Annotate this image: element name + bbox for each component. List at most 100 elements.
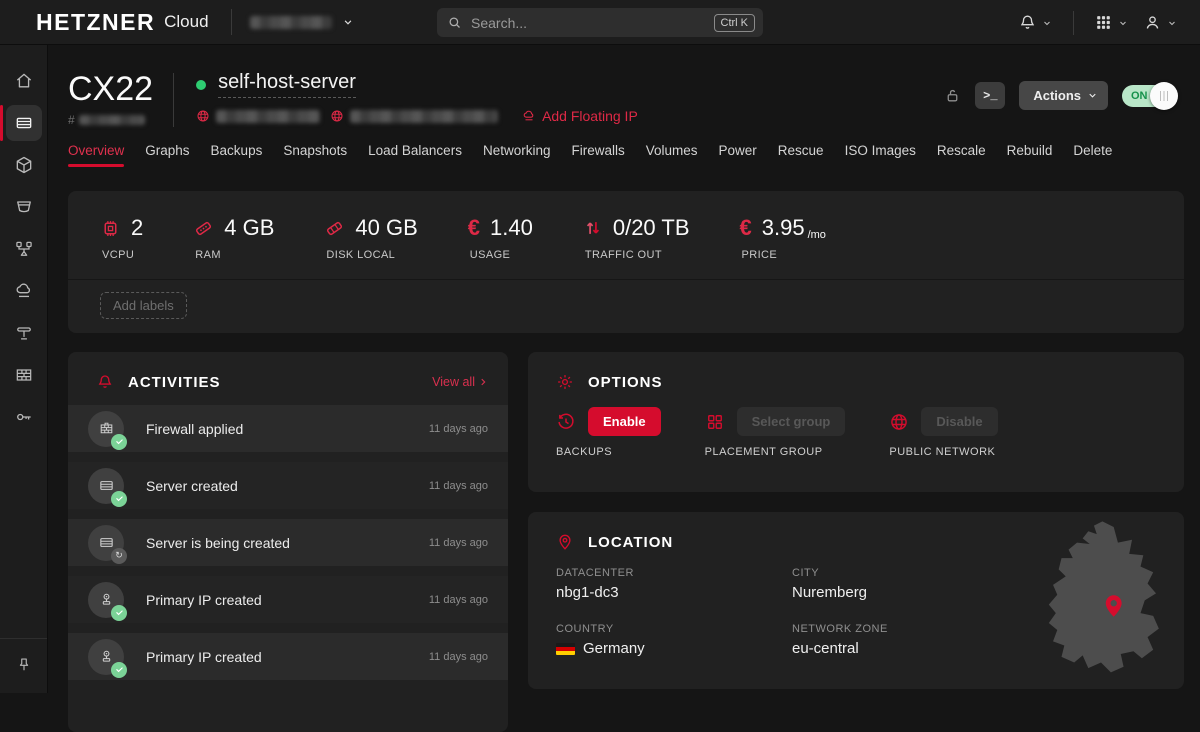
activity-row[interactable]: Server created 11 days ago: [68, 462, 508, 509]
tab-volumes[interactable]: Volumes: [646, 143, 698, 167]
stat-price: € 3.95/mo PRICE: [740, 215, 826, 261]
redacted-ipv4: [216, 110, 320, 123]
tab-snapshots[interactable]: Snapshots: [283, 143, 347, 167]
traffic-icon: [583, 218, 603, 238]
add-floating-ip-link[interactable]: Add Floating IP: [522, 108, 638, 124]
actions-button[interactable]: Actions: [1019, 81, 1108, 110]
sidebar-item-floating-ips[interactable]: [6, 273, 42, 309]
tab-networking[interactable]: Networking: [483, 143, 551, 167]
activity-title: Firewall applied: [146, 421, 243, 437]
sidebar-item-servers[interactable]: [6, 105, 42, 141]
search-box[interactable]: Ctrl K: [437, 8, 763, 37]
view-all-label: View all: [432, 375, 475, 389]
tab-graphs[interactable]: Graphs: [145, 143, 189, 167]
success-badge: [111, 662, 127, 678]
field-value: nbg1-dc3: [556, 584, 792, 601]
field-city: CITY Nuremberg: [792, 567, 1028, 601]
sidebar-item-load-balancers[interactable]: [6, 189, 42, 225]
stat-suffix: /mo: [808, 229, 826, 241]
success-badge: [111, 434, 127, 450]
field-label: COUNTRY: [556, 623, 792, 635]
add-labels-button[interactable]: Add labels: [100, 292, 187, 319]
success-badge: [111, 491, 127, 507]
sidebar-item-firewalls[interactable]: [6, 357, 42, 393]
server-icon: [98, 534, 115, 551]
view-all-link[interactable]: View all: [432, 375, 488, 389]
tab-rebuild[interactable]: Rebuild: [1007, 143, 1053, 167]
sidebar-item-primary-ips[interactable]: [6, 315, 42, 351]
option-label: PLACEMENT GROUP: [705, 446, 846, 458]
primary-ips-icon: [14, 323, 34, 343]
activity-row[interactable]: Primary IP created 11 days ago: [68, 576, 508, 623]
search-input[interactable]: [471, 15, 714, 31]
stat-label: PRICE: [740, 249, 826, 261]
activity-time: 11 days ago: [429, 423, 488, 435]
activity-title: Server created: [146, 478, 238, 494]
field-country: COUNTRY Germany: [556, 623, 792, 657]
server-name[interactable]: self-host-server: [218, 71, 356, 98]
field-datacenter: DATACENTER nbg1-dc3: [556, 567, 792, 601]
server-plan-block: CX22 #: [68, 71, 153, 127]
activities-panel: ACTIVITIES View all Firewall applied 11 …: [68, 352, 508, 732]
server-header: CX22 # self-host-server: [48, 45, 1200, 127]
home-icon: [14, 71, 34, 91]
stat-value: 40 GB: [355, 215, 417, 241]
tab-delete[interactable]: Delete: [1073, 143, 1112, 167]
sidebar-item-security[interactable]: [6, 399, 42, 435]
activity-time: 11 days ago: [429, 594, 488, 606]
stat-usage: € 1.40 USAGE: [468, 215, 533, 261]
activity-row[interactable]: ↻ Server is being created 11 days ago: [68, 519, 508, 566]
chevron-right-icon: [478, 377, 488, 387]
console-button[interactable]: >_: [975, 82, 1005, 109]
unlock-icon[interactable]: [944, 86, 961, 105]
germany-silhouette: [1049, 521, 1159, 672]
field-label: CITY: [792, 567, 1028, 579]
chevron-down-icon: [1117, 17, 1129, 29]
tab-rescue[interactable]: Rescue: [778, 143, 824, 167]
apps-menu[interactable]: [1094, 13, 1129, 32]
sidebar-item-home[interactable]: [6, 63, 42, 99]
volumes-icon: [14, 155, 34, 175]
chevron-down-icon: [1166, 17, 1178, 29]
redacted-ipv6: [350, 110, 498, 123]
sidebar-item-volumes[interactable]: [6, 147, 42, 183]
disable-public-network-button[interactable]: Disable: [921, 407, 997, 436]
stat-label: VCPU: [100, 249, 143, 261]
tab-rescale[interactable]: Rescale: [937, 143, 986, 167]
tab-overview[interactable]: Overview: [68, 143, 124, 167]
activity-title: Primary IP created: [146, 649, 262, 665]
account-menu[interactable]: [1143, 13, 1178, 32]
power-toggle-knob[interactable]: [1150, 82, 1178, 110]
pin-sidebar-icon: [15, 656, 33, 674]
tab-power[interactable]: Power: [719, 143, 757, 167]
user-icon: [1143, 13, 1162, 32]
enable-backups-button[interactable]: Enable: [588, 407, 661, 436]
firewalls-icon: [14, 365, 34, 385]
security-icon: [14, 407, 34, 427]
stat-value: 2: [131, 215, 143, 241]
tab-load-balancers[interactable]: Load Balancers: [368, 143, 462, 167]
tab-backups[interactable]: Backups: [211, 143, 263, 167]
redacted-project-name: [250, 16, 332, 29]
ipv4-address: [196, 109, 320, 123]
sidebar-item-networks[interactable]: [6, 231, 42, 267]
search-shortcut: Ctrl K: [714, 14, 756, 32]
select-placement-group-button[interactable]: Select group: [737, 407, 846, 436]
stat-value: 1.40: [490, 215, 533, 241]
power-toggle[interactable]: ON: [1122, 85, 1172, 107]
tab-firewalls[interactable]: Firewalls: [571, 143, 624, 167]
firewall-icon: [98, 420, 115, 437]
placement-group-icon: [705, 412, 725, 432]
pin-sidebar-button[interactable]: [6, 647, 42, 683]
floating-ips-icon: [14, 281, 34, 301]
project-selector[interactable]: [250, 15, 355, 29]
chevron-down-icon: [1041, 17, 1053, 29]
activity-row[interactable]: Primary IP created 11 days ago: [68, 633, 508, 680]
notifications-menu[interactable]: [1018, 13, 1053, 32]
activity-row[interactable]: Firewall applied 11 days ago: [68, 405, 508, 452]
search-icon: [447, 15, 462, 30]
actions-label: Actions: [1033, 88, 1081, 103]
stat-traffic: 0/20 TB TRAFFIC OUT: [583, 215, 690, 261]
tab-iso-images[interactable]: ISO Images: [845, 143, 916, 167]
sidebar-footer: [0, 638, 47, 693]
